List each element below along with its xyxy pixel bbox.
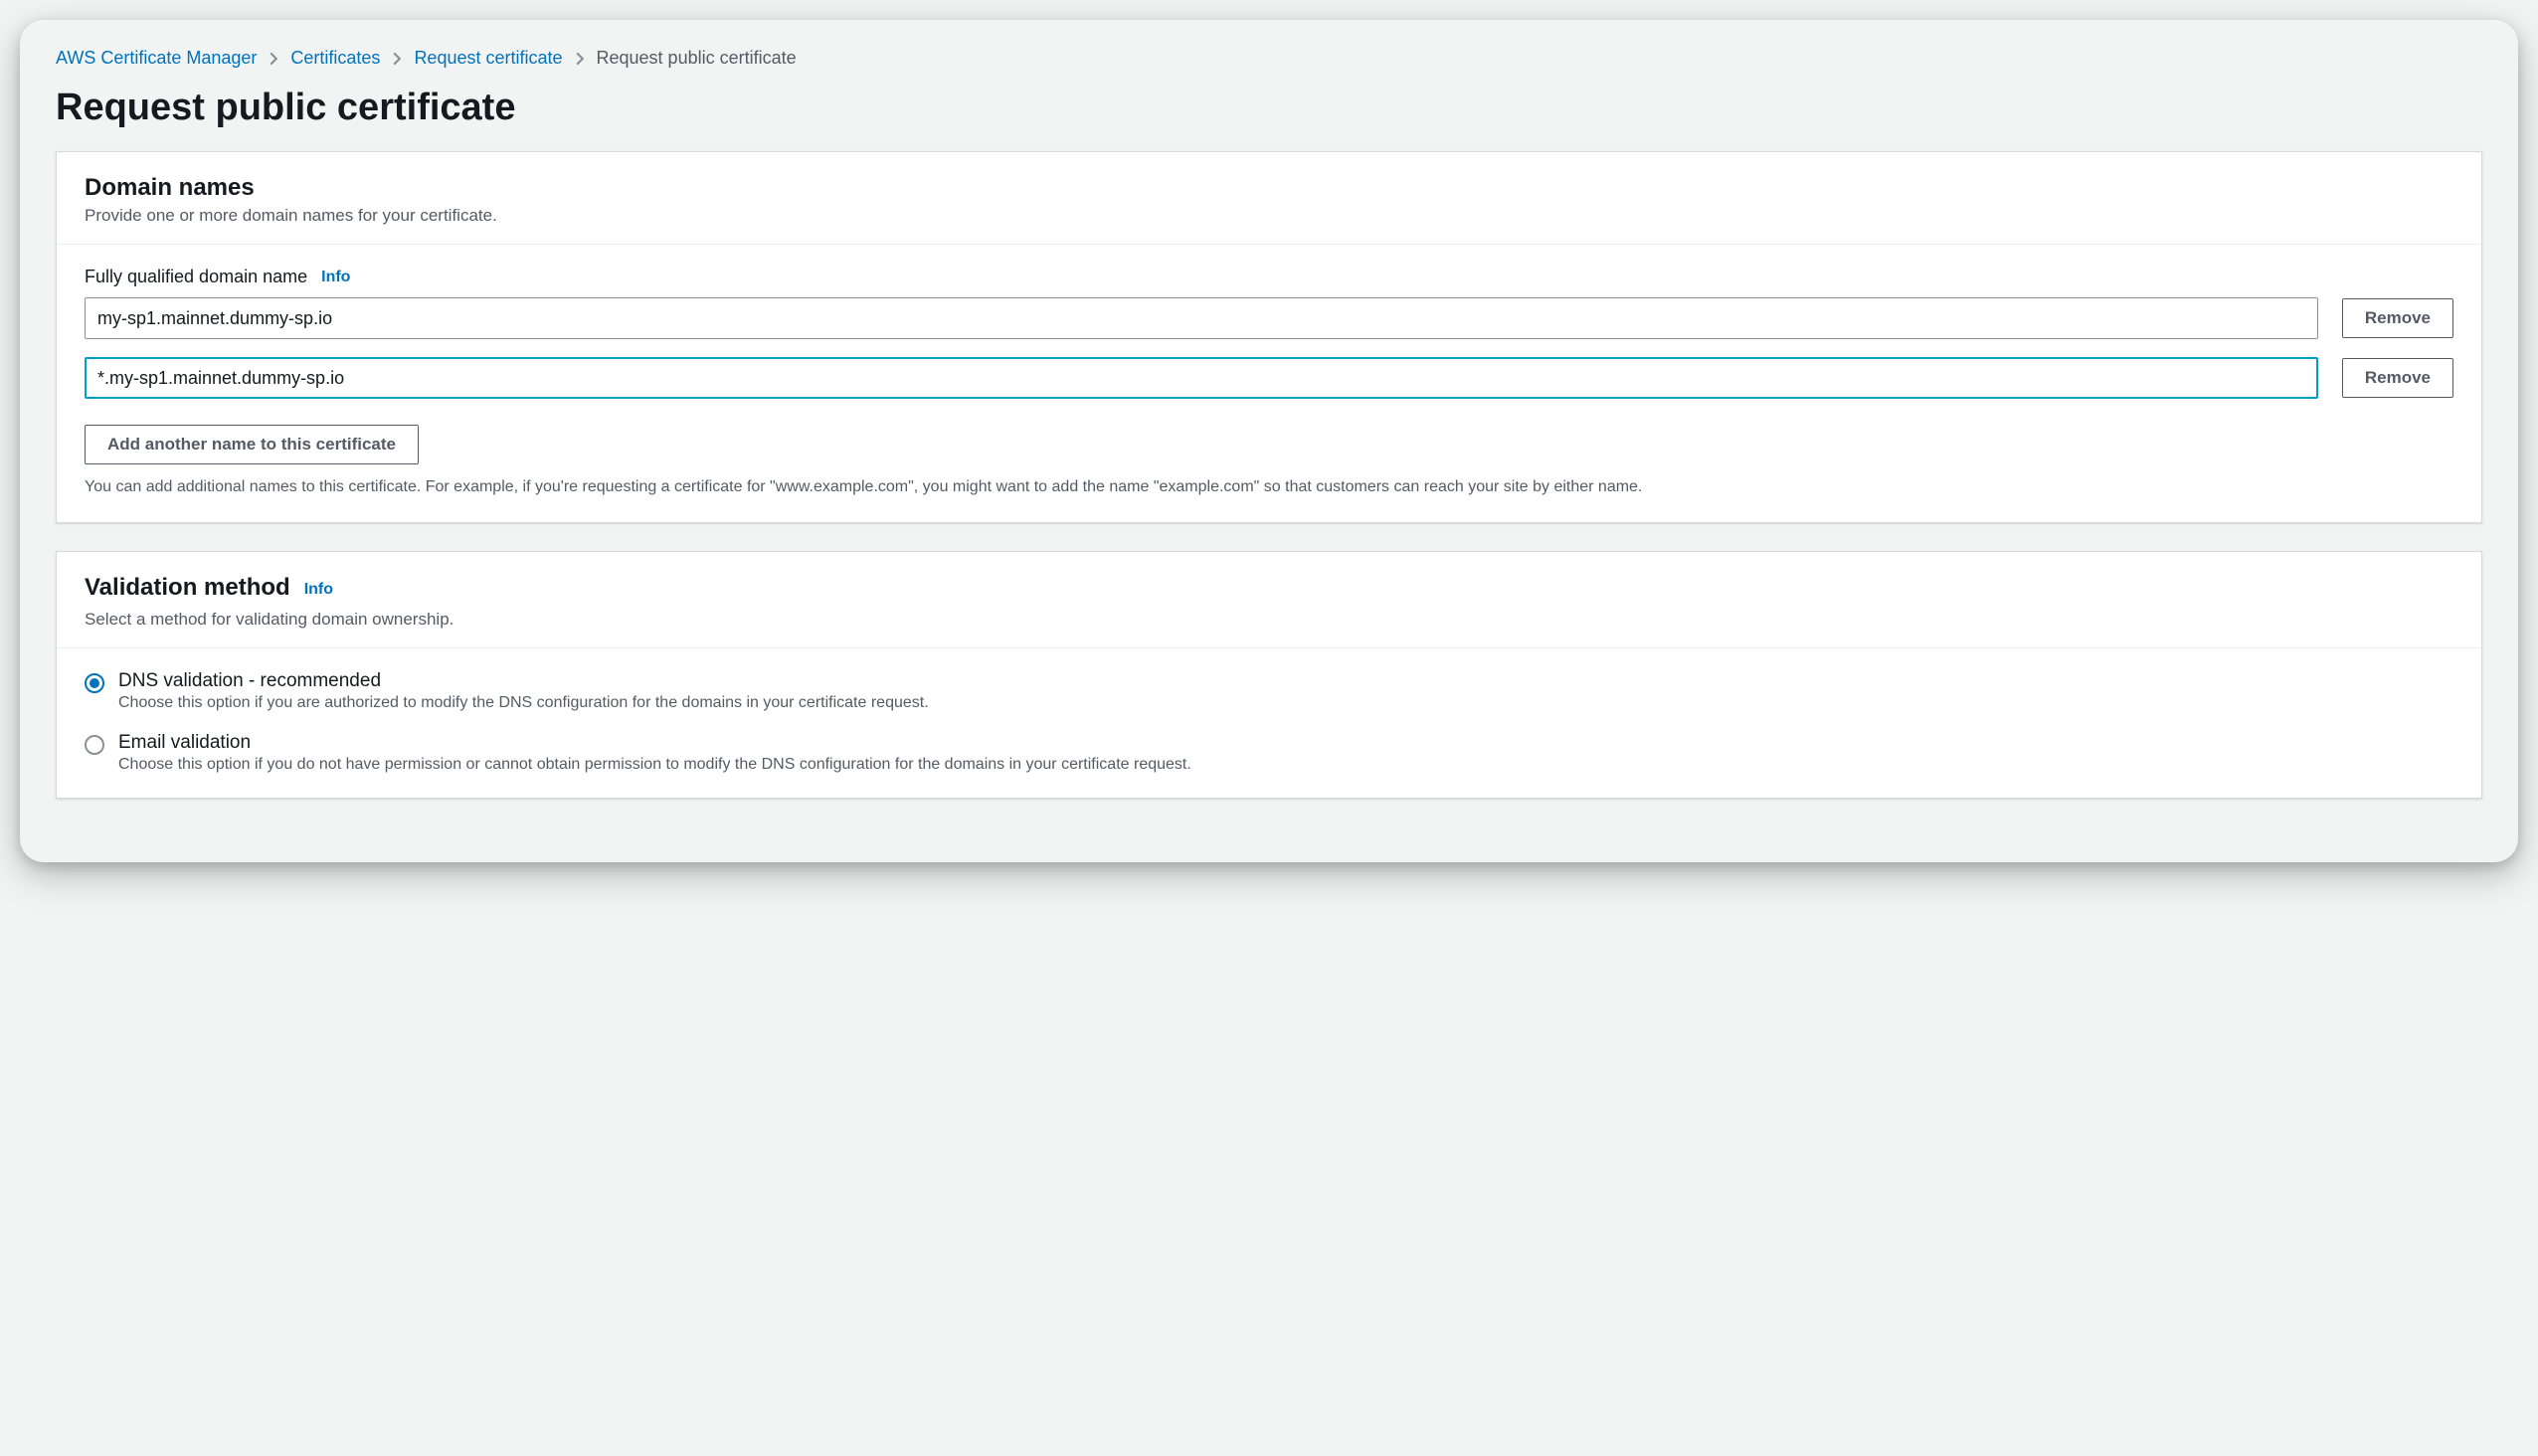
chevron-right-icon — [392, 52, 402, 66]
page-title: Request public certificate — [56, 87, 2482, 129]
domain-row-0: Remove — [85, 297, 2453, 339]
panel-body: DNS validation - recommended Choose this… — [57, 648, 2481, 798]
chevron-right-icon — [269, 52, 278, 66]
radio-label: Email validation — [118, 732, 1191, 754]
radio-icon — [85, 735, 104, 755]
panel-header: Validation method Info Select a method f… — [57, 552, 2481, 648]
chevron-right-icon — [575, 52, 585, 66]
domain-input-1[interactable] — [85, 357, 2318, 399]
domain-names-panel: Domain names Provide one or more domain … — [56, 151, 2482, 523]
remove-button-0[interactable]: Remove — [2342, 298, 2453, 338]
breadcrumb-link-acm[interactable]: AWS Certificate Manager — [56, 48, 257, 69]
domain-input-0[interactable] — [85, 297, 2318, 339]
panel-header: Domain names Provide one or more domain … — [57, 152, 2481, 245]
domain-names-title: Domain names — [85, 174, 2453, 202]
info-link[interactable]: Info — [321, 269, 350, 286]
add-another-name-button[interactable]: Add another name to this certificate — [85, 425, 419, 464]
radio-desc: Choose this option if you are authorized… — [118, 694, 929, 712]
breadcrumb: AWS Certificate Manager Certificates Req… — [56, 48, 2482, 69]
page-container: AWS Certificate Manager Certificates Req… — [20, 20, 2518, 862]
validation-method-panel: Validation method Info Select a method f… — [56, 551, 2482, 799]
fqdn-label: Fully qualified domain name — [85, 267, 307, 287]
radio-label: DNS validation - recommended — [118, 670, 929, 692]
validation-desc: Select a method for validating domain ow… — [85, 610, 2453, 630]
breadcrumb-link-certificates[interactable]: Certificates — [290, 48, 380, 69]
breadcrumb-link-request[interactable]: Request certificate — [414, 48, 562, 69]
radio-desc: Choose this option if you do not have pe… — [118, 756, 1191, 774]
validation-option-email[interactable]: Email validation Choose this option if y… — [85, 732, 2453, 774]
breadcrumb-current: Request public certificate — [597, 48, 797, 69]
panel-body: Fully qualified domain name Info Remove … — [57, 245, 2481, 522]
radio-icon — [85, 673, 104, 693]
validation-option-dns[interactable]: DNS validation - recommended Choose this… — [85, 670, 2453, 712]
fqdn-label-row: Fully qualified domain name Info — [85, 267, 2453, 287]
domain-helper-text: You can add additional names to this cer… — [85, 476, 2453, 498]
remove-button-1[interactable]: Remove — [2342, 358, 2453, 398]
domain-row-1: Remove — [85, 357, 2453, 399]
info-link[interactable]: Info — [304, 581, 333, 599]
domain-names-desc: Provide one or more domain names for you… — [85, 206, 2453, 226]
validation-title: Validation method — [85, 574, 290, 602]
